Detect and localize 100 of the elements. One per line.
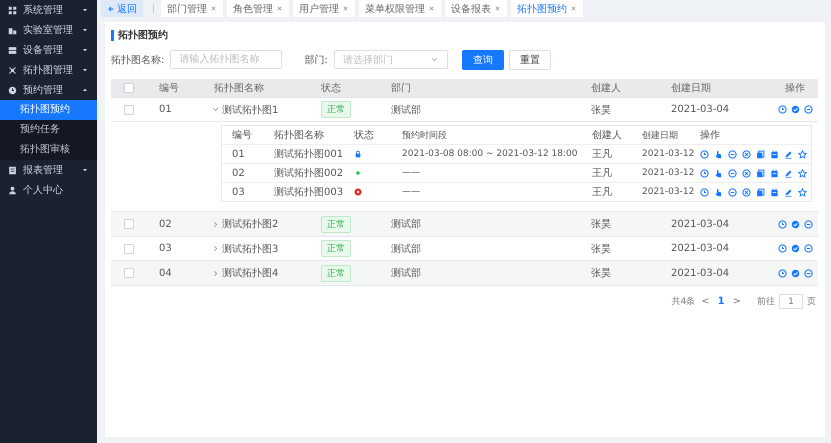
checkbox[interactable] [124, 244, 134, 254]
sidebar-item[interactable]: 设备管理 [0, 40, 97, 60]
clock-icon[interactable] [700, 188, 709, 196]
tab[interactable]: 用户管理 [293, 0, 355, 17]
checkbox[interactable] [124, 268, 134, 278]
table-cell-text: 测试拓扑图001 [274, 148, 344, 161]
clock-icon[interactable] [700, 150, 709, 158]
submenu-item[interactable]: 预约任务 [0, 120, 97, 140]
table-cell-text: 测试拓扑图002 [274, 166, 344, 180]
tab-label[interactable]: 拓扑图预约 [517, 2, 567, 16]
sidebar-item[interactable]: 系统管理 [0, 0, 97, 20]
check-circle-icon[interactable] [791, 244, 800, 253]
close-icon[interactable] [210, 5, 217, 12]
pen-icon[interactable] [784, 188, 793, 196]
x-circle-icon[interactable] [742, 168, 751, 178]
pen-icon[interactable] [784, 150, 793, 158]
close-icon[interactable] [494, 5, 501, 12]
submenu-item[interactable]: 拓扑图审核 [0, 140, 97, 160]
clock-icon[interactable] [778, 268, 787, 278]
star-icon[interactable] [798, 168, 807, 178]
clock-icon[interactable] [778, 244, 787, 253]
tab-label[interactable]: 部门管理 [167, 2, 207, 16]
table-cell-text: 张昊 [591, 218, 612, 231]
tab[interactable]: 拓扑图预约 [511, 0, 583, 17]
table-cell-text: —— [402, 187, 421, 197]
column-header: 创建人 [592, 128, 623, 142]
minus-circle-icon[interactable] [804, 105, 813, 114]
copy-icon[interactable] [756, 188, 765, 196]
checkbox[interactable] [124, 83, 134, 93]
building-icon [8, 26, 17, 34]
hand-pointer-icon[interactable] [714, 168, 723, 178]
sidebar-item[interactable]: 实验室管理 [0, 20, 97, 40]
back-button[interactable]: 返回 [101, 0, 143, 17]
page-title: 拓扑图预约 [111, 30, 168, 41]
next-page-button[interactable]: > [730, 296, 743, 307]
status-tag: 正常 [321, 216, 351, 232]
tab[interactable]: 角色管理 [227, 0, 289, 17]
table-cell-text: 测试拓扑图4 [222, 266, 278, 280]
checkbox[interactable] [124, 104, 134, 114]
table-cell-text: 03 [158, 243, 173, 254]
close-icon[interactable] [428, 5, 435, 12]
clock-icon[interactable] [778, 220, 787, 228]
close-icon[interactable] [570, 5, 577, 12]
sidebar-item[interactable]: 个人中心 [0, 180, 97, 200]
clock-icon[interactable] [778, 105, 787, 114]
search-button[interactable]: 查询 [462, 50, 504, 70]
x-circle-icon[interactable] [742, 150, 751, 158]
tab[interactable]: 菜单权限管理 [359, 0, 441, 17]
calendar-icon[interactable] [770, 168, 779, 178]
hand-pointer-icon[interactable] [714, 150, 723, 158]
check-circle-icon[interactable] [791, 220, 800, 228]
close-icon[interactable] [342, 5, 349, 12]
tab-label[interactable]: 菜单权限管理 [365, 2, 425, 16]
previous-page-button[interactable]: < [699, 296, 712, 307]
tab[interactable]: 部门管理 [161, 0, 223, 17]
calendar-icon[interactable] [770, 188, 779, 196]
star-icon[interactable] [798, 150, 807, 158]
check-circle-icon[interactable] [791, 105, 800, 114]
table-cell-text: 2021-03-12 [642, 187, 696, 197]
tab[interactable]: 设备报表 [445, 0, 507, 17]
table-cell-text: 2021-03-04 [671, 268, 730, 278]
page-number-field[interactable]: 1 [779, 294, 803, 309]
tab-label[interactable]: 角色管理 [233, 2, 273, 16]
sidebar-item[interactable]: 拓扑图管理 [0, 60, 97, 80]
minus-circle-icon[interactable] [728, 188, 737, 196]
column-header: 部门 [391, 82, 412, 95]
calendar-icon[interactable] [770, 150, 779, 158]
table-cell-text: 张昊 [591, 104, 612, 116]
copy-icon[interactable] [756, 168, 765, 178]
minus-circle-icon[interactable] [804, 268, 813, 278]
minus-circle-icon[interactable] [728, 150, 737, 158]
search-field[interactable]: 请输入拓扑图名称 [170, 50, 282, 69]
page-button[interactable]: 1 [716, 296, 727, 307]
tab-label[interactable]: 设备报表 [451, 2, 491, 16]
table-cell-text: 01 [232, 148, 246, 160]
star-icon[interactable] [798, 188, 807, 196]
tab-label[interactable]: 用户管理 [299, 2, 339, 16]
sidebar-item[interactable]: 预约管理 [0, 80, 97, 100]
minus-circle-icon[interactable] [804, 244, 813, 253]
field-label: 部门: [304, 54, 328, 66]
close-icon[interactable] [276, 5, 283, 12]
copy-icon[interactable] [756, 150, 765, 158]
reset-button[interactable]: 重置 [508, 50, 551, 70]
hand-pointer-icon[interactable] [714, 188, 723, 196]
sidebar-item[interactable]: 报表管理 [0, 160, 97, 180]
pen-icon[interactable] [784, 168, 793, 178]
minus-circle-icon[interactable] [804, 220, 813, 228]
column-header: 编号 [232, 128, 253, 142]
table-cell-text: 测试部 [391, 242, 422, 256]
status-dot-icon [354, 169, 362, 177]
table-cell-text: 2021-03-04 [671, 243, 730, 254]
checkbox[interactable] [124, 219, 134, 229]
column-header: 操作 [784, 82, 806, 95]
minus-circle-icon[interactable] [728, 168, 737, 178]
clock-icon[interactable] [700, 168, 709, 178]
check-circle-icon[interactable] [791, 268, 800, 278]
table-cell-text: 02 [232, 168, 246, 178]
x-circle-icon[interactable] [742, 188, 751, 196]
submenu-item[interactable]: 拓扑图预约 [0, 100, 97, 120]
clock-icon [8, 86, 17, 94]
